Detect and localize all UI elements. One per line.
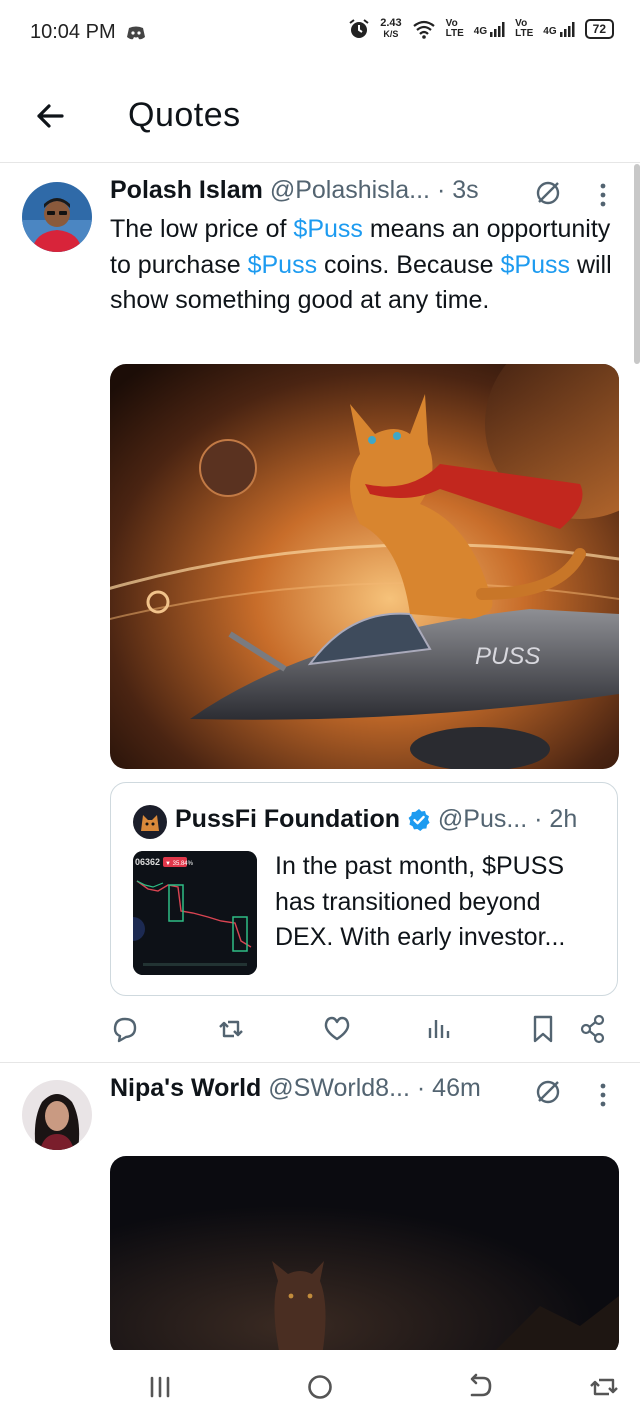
views-icon[interactable] <box>424 1012 454 1046</box>
sim2-label: Vo LTE <box>515 19 533 39</box>
scrollbar[interactable] <box>634 164 640 364</box>
sim2-lte: LTE <box>515 28 534 39</box>
rotate-icon[interactable] <box>587 1370 621 1404</box>
thumb-price: 06362 <box>135 857 160 867</box>
quoted-tweet-card[interactable]: PussFi Foundation @Pus... · 2h 06362 ▼ 3… <box>110 782 618 996</box>
quoted-author-handle: @Pus... <box>437 805 528 833</box>
net-speed: 2.43 K/S <box>380 18 401 40</box>
grok-icon[interactable] <box>534 1078 562 1106</box>
signal-icon: 4G <box>474 21 505 37</box>
quoted-tweet-text: In the past month, $PUSS has transitione… <box>275 852 566 951</box>
verified-badge-icon <box>408 808 430 831</box>
tweet-header: Nipa's World @SWorld8... · 46m <box>110 1074 481 1103</box>
recents-icon[interactable] <box>143 1370 177 1404</box>
quoted-author-name: PussFi Foundation <box>175 805 400 833</box>
sim1-label: Vo LTE <box>446 19 464 39</box>
thumb-change: ▼ 35.84% <box>165 861 194 867</box>
sim1-lte: LTE <box>445 28 464 39</box>
tweet-actions <box>110 1012 610 1046</box>
bookmark-icon[interactable] <box>528 1012 558 1046</box>
quoted-media-thumbnail[interactable]: 06362 ▼ 35.84% <box>133 851 257 975</box>
back-icon[interactable] <box>463 1370 497 1404</box>
author-name[interactable]: Nipa's World <box>110 1074 261 1103</box>
tweet-time: · 46m <box>416 1074 481 1102</box>
tweet-text: The low price of $Puss means an opportun… <box>110 212 625 319</box>
tweet-media-image[interactable]: PUSS <box>110 364 619 769</box>
signal-icon-2: 4G <box>543 21 575 37</box>
wifi-icon <box>412 20 435 39</box>
battery-icon: 72 <box>584 19 614 39</box>
alarm-icon <box>349 19 369 38</box>
tweet-header: Polash Islam @Polashisla... · 3s <box>110 176 479 205</box>
tweet-divider <box>0 1062 640 1063</box>
share-icon[interactable] <box>578 1012 608 1046</box>
status-time: 10:04 PM <box>30 21 116 43</box>
author-handle[interactable]: @Polashisla... <box>270 176 430 205</box>
cashtag-link[interactable]: $Puss <box>501 251 570 279</box>
retweet-icon[interactable] <box>216 1012 246 1046</box>
system-nav-bar <box>0 1350 640 1422</box>
sim2-gen: 4G <box>543 26 557 37</box>
quoted-tweet-time: · 2h <box>534 805 578 833</box>
reply-icon[interactable] <box>110 1012 140 1046</box>
top-app-bar: Quotes <box>0 80 640 162</box>
tweet-time: · 3s <box>436 176 479 204</box>
cashtag-link[interactable]: $Puss <box>293 215 362 243</box>
avatar[interactable] <box>22 1080 92 1150</box>
home-icon[interactable] <box>303 1370 337 1404</box>
page-title: Quotes <box>128 96 241 134</box>
more-options-icon[interactable] <box>598 182 608 208</box>
discord-icon <box>127 26 145 40</box>
battery-level: 72 <box>592 22 606 36</box>
tweet-text-part: The low price of <box>110 215 294 243</box>
quoted-header: PussFi Foundation @Pus... · 2h <box>175 805 577 834</box>
arrow-left-icon[interactable] <box>30 96 70 136</box>
avatar[interactable] <box>22 182 92 252</box>
net-speed-value: 2.43 <box>380 17 402 29</box>
like-icon[interactable] <box>322 1012 352 1046</box>
jet-logo-text: PUSS <box>475 643 540 670</box>
tweet-media-image[interactable] <box>110 1156 619 1356</box>
grok-icon[interactable] <box>534 179 562 207</box>
status-icons: 2.43 K/S Vo LTE 4G Vo LTE 4G 72 <box>348 18 614 40</box>
author-name[interactable]: Polash Islam <box>110 176 263 205</box>
header-divider <box>0 162 640 163</box>
net-speed-unit: K/S <box>383 29 399 39</box>
status-bar: 10:04 PM 2.43 K/S Vo LTE 4G Vo LTE 4G 72 <box>0 0 640 64</box>
sim1-gen: 4G <box>473 26 488 37</box>
more-options-icon[interactable] <box>598 1082 608 1108</box>
tweet-text-part: coins. Because <box>317 250 501 279</box>
author-handle[interactable]: @SWorld8... <box>268 1074 410 1103</box>
cashtag-link[interactable]: $Puss <box>248 251 317 279</box>
quoted-avatar[interactable] <box>133 805 167 839</box>
